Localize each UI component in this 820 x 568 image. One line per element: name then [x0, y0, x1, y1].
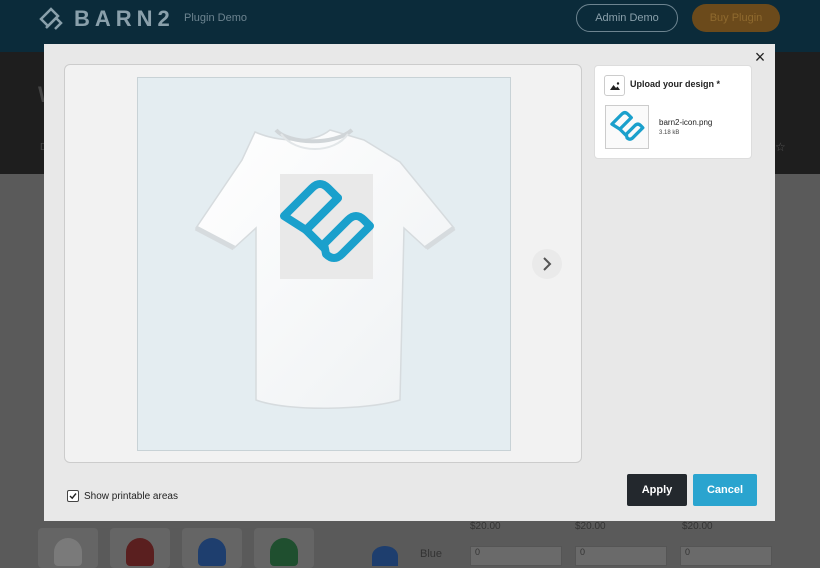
price-cell: $20.00: [682, 521, 713, 532]
file-name: barn2-icon.png: [659, 118, 713, 127]
product-thumbnails: [38, 528, 314, 568]
plugin-demo-link[interactable]: Plugin Demo: [184, 12, 247, 24]
show-printable-areas-toggle[interactable]: Show printable areas: [67, 490, 178, 502]
chevron-right-icon: [543, 257, 552, 271]
barn2-file-icon: [610, 110, 645, 141]
design-upload-modal: × Upload your design * barn2-icon.png 3.…: [44, 44, 775, 521]
quantity-input[interactable]: 0: [575, 546, 667, 566]
cancel-button[interactable]: Cancel: [693, 474, 757, 506]
next-view-button[interactable]: [532, 249, 562, 279]
show-printable-areas-label: Show printable areas: [84, 490, 178, 502]
site-logo[interactable]: BARN2: [38, 6, 175, 32]
quantity-input[interactable]: 0: [470, 546, 562, 566]
image-icon: [604, 75, 625, 96]
upload-title: Upload your design *: [630, 79, 721, 89]
preview-panel: [64, 64, 582, 463]
quantity-input[interactable]: 0: [680, 546, 772, 566]
upload-design-field[interactable]: Upload your design * barn2-icon.png 3.18…: [594, 65, 752, 159]
barn2-logo-icon: [39, 7, 63, 30]
file-size: 3.18 kB: [659, 130, 680, 136]
barn2-design-icon: [280, 180, 374, 262]
price-cell: $20.00: [470, 521, 501, 532]
uploaded-file-thumbnail[interactable]: [605, 105, 649, 149]
buy-plugin-button[interactable]: Buy Plugin: [692, 4, 780, 32]
product-preview-canvas: [137, 77, 511, 451]
product-thumb-green[interactable]: [254, 528, 314, 568]
logo-text: BARN2: [74, 6, 175, 31]
close-icon[interactable]: ×: [751, 48, 769, 66]
apply-button[interactable]: Apply: [627, 474, 687, 506]
blue-shirt-swatch: [372, 546, 398, 566]
product-thumb-white[interactable]: [38, 528, 98, 568]
star-icon: ☆: [775, 140, 786, 154]
price-cell: $20.00: [575, 521, 606, 532]
check-icon: [69, 493, 77, 500]
color-label: Blue: [420, 548, 443, 560]
printable-areas-checkbox[interactable]: [67, 490, 79, 502]
product-thumb-red[interactable]: [110, 528, 170, 568]
product-thumb-blue[interactable]: [182, 528, 242, 568]
admin-demo-button[interactable]: Admin Demo: [576, 4, 678, 32]
